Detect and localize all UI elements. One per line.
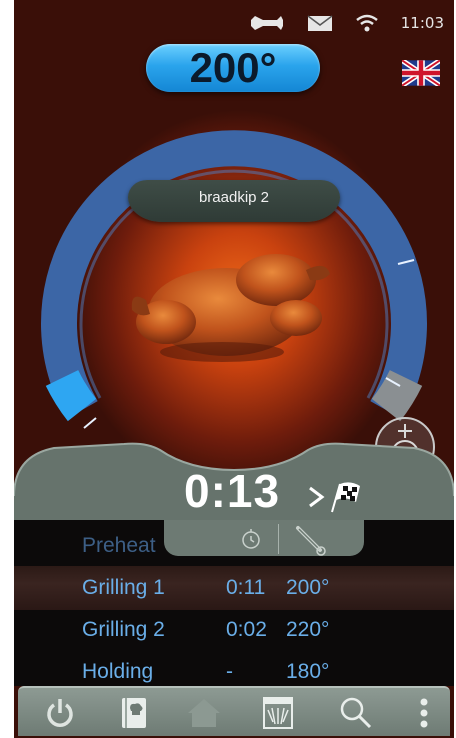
step-temp: 220°: [286, 618, 330, 641]
power-icon: [47, 699, 73, 727]
program-name: braadkip 2: [198, 189, 270, 206]
table-row[interactable]: Grilling 1 0:11 200°: [14, 566, 454, 610]
roast-chicken-image: [131, 254, 330, 362]
table-header: [164, 520, 364, 556]
step-name: Holding: [82, 660, 154, 683]
uk-flag-icon[interactable]: [402, 60, 440, 86]
program-name-label[interactable]: braadkip 2: [128, 180, 340, 222]
clock-icon: [242, 529, 260, 549]
dial-progress: [45, 369, 97, 422]
search-icon: [340, 697, 372, 729]
step-time: 0:11: [226, 576, 266, 599]
more-button[interactable]: [402, 692, 446, 734]
home-icon: [188, 699, 220, 727]
temperature-setpoint-button[interactable]: 200°: [146, 44, 320, 92]
wifi-icon: [355, 14, 378, 32]
cleaning-button[interactable]: [256, 692, 300, 734]
power-button[interactable]: [38, 692, 82, 734]
table-row[interactable]: Grilling 2 0:02 220°: [14, 608, 454, 652]
step-name: Grilling 1: [82, 576, 165, 599]
dial-tick: [83, 417, 97, 429]
status-bar: 11:03: [249, 8, 444, 38]
remaining-time: 0:13: [184, 465, 281, 517]
recipe-book-button[interactable]: [112, 692, 156, 734]
wrench-icon[interactable]: [249, 12, 285, 34]
cleaning-icon: [263, 697, 293, 729]
step-time: -: [226, 660, 233, 683]
oven-screen: 11:03 200° braadkip 2 0:13 Preheat Grill…: [14, 0, 454, 738]
finish-flag-icon[interactable]: [306, 478, 366, 516]
mail-icon[interactable]: [307, 14, 333, 32]
temperature-value: 200°: [189, 44, 277, 91]
home-button[interactable]: [182, 692, 226, 734]
bottom-navbar: [18, 686, 450, 736]
step-name: Preheat: [82, 534, 156, 557]
probe-icon: [296, 526, 326, 556]
more-icon: [420, 698, 428, 728]
step-temp: 200°: [286, 576, 330, 599]
search-button[interactable]: [334, 692, 378, 734]
step-temp: 180°: [286, 660, 330, 683]
recipe-book-icon: [122, 698, 146, 728]
table-row[interactable]: Holding - 180°: [14, 650, 454, 686]
status-time: 11:03: [400, 14, 444, 32]
step-time: 0:02: [226, 618, 267, 641]
step-name: Grilling 2: [82, 618, 165, 641]
header-divider: [278, 524, 279, 554]
